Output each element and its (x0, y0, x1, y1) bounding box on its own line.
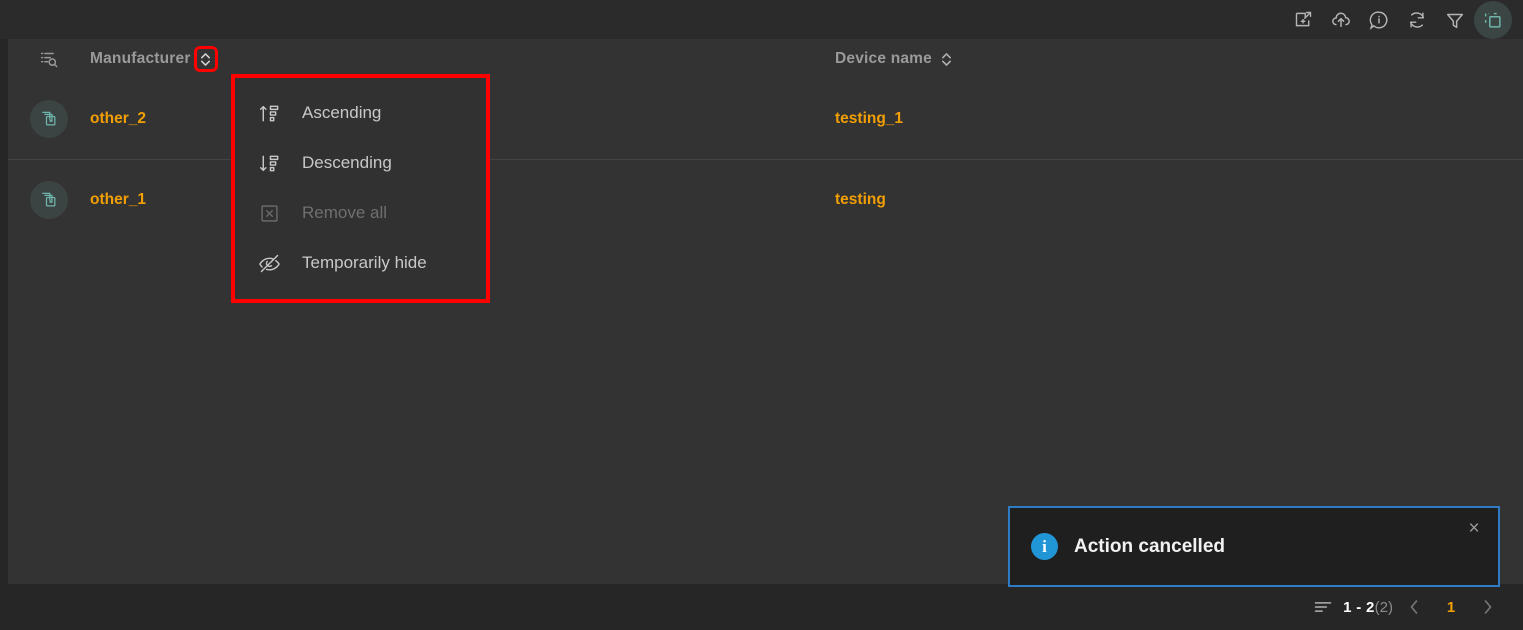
sort-updown-icon-device-name[interactable] (939, 50, 955, 68)
list-search-icon[interactable] (8, 48, 90, 70)
toast-notification: i Action cancelled × (1008, 506, 1500, 587)
refresh-icon[interactable] (1398, 1, 1436, 39)
eye-off-icon (257, 251, 281, 275)
export-window-icon[interactable] (1284, 1, 1322, 39)
sort-ascending-icon (257, 101, 281, 125)
sort-descending-icon (257, 151, 281, 175)
filter-funnel-icon[interactable] (1436, 1, 1474, 39)
info-circle-filled-icon: i (1031, 533, 1058, 560)
cell-device-name[interactable]: testing (835, 191, 1523, 209)
close-icon[interactable]: × (1462, 517, 1486, 541)
pagination-total: (2) (1374, 598, 1393, 616)
sort-updown-icon-manufacturer[interactable] (193, 46, 218, 72)
menu-item-ascending[interactable]: Ascending (235, 88, 486, 138)
menu-item-ascending-label: Ascending (302, 103, 382, 122)
menu-item-temporarily-hide-label: Temporarily hide (302, 253, 427, 272)
app-root: Manufacturer Device name other_2 testing… (0, 0, 1523, 630)
prev-page-button[interactable] (1393, 592, 1435, 622)
device-stack-icon (30, 100, 68, 138)
info-circle-icon[interactable] (1360, 1, 1398, 39)
table-header-row: Manufacturer Device name (8, 39, 1523, 79)
device-stack-icon (30, 180, 68, 219)
menu-item-temporarily-hide[interactable]: Temporarily hide (235, 238, 486, 288)
remove-box-icon (257, 201, 281, 225)
cell-device-name[interactable]: testing_1 (835, 110, 1523, 128)
row-icon-cell (8, 100, 90, 138)
toast-message: Action cancelled (1074, 535, 1225, 557)
column-header-device-name-label: Device name (835, 50, 932, 67)
column-header-device-name[interactable]: Device name (835, 50, 1523, 68)
menu-item-descending[interactable]: Descending (235, 138, 486, 188)
left-gutter (0, 39, 8, 584)
column-header-manufacturer-label: Manufacturer (90, 50, 191, 67)
next-page-button[interactable] (1467, 592, 1509, 622)
pagination-range: 1 - 2 (1343, 598, 1375, 616)
multi-select-icon[interactable] (1474, 0, 1512, 39)
menu-item-remove-all-label: Remove all (302, 203, 388, 222)
top-toolbar (0, 0, 1523, 39)
cloud-upload-icon[interactable] (1322, 1, 1360, 39)
menu-item-remove-all: Remove all (235, 188, 486, 238)
menu-item-descending-label: Descending (302, 153, 392, 172)
row-icon-cell (8, 180, 90, 219)
rows-per-page-icon[interactable] (1309, 597, 1337, 617)
pagination-footer: 1 - 2 (2) 1 (0, 584, 1523, 630)
page-number-1[interactable]: 1 (1435, 599, 1467, 616)
column-header-manufacturer[interactable]: Manufacturer (90, 46, 835, 72)
column-context-menu: Ascending Descending Remove all Temporar… (231, 74, 490, 303)
